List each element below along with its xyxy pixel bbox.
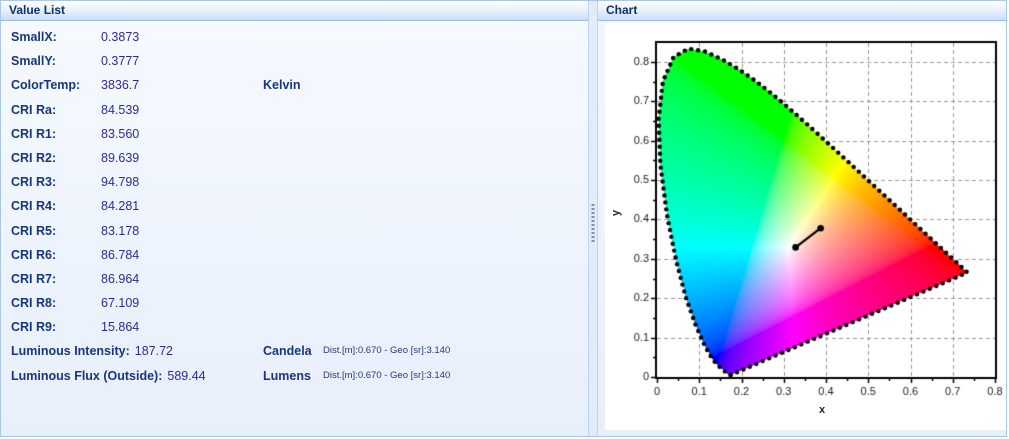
value-note: Dist.[m]:0.670 - Geo [sr]:3.140	[323, 339, 450, 363]
value-number: 84.281	[101, 194, 139, 218]
chart-header: Chart	[598, 1, 1006, 21]
value-unit: Kelvin	[263, 73, 301, 97]
value-number: 0.3777	[101, 49, 139, 73]
cie-chromaticity-canvas	[605, 23, 1007, 430]
value-row: CRI R2: 89.639	[1, 146, 588, 170]
chart-title: Chart	[606, 3, 637, 17]
app-window: Value List SmallX:0.3873SmallY:0.3777Col…	[0, 0, 1007, 437]
value-number: 89.639	[101, 146, 139, 170]
value-row: SmallX: 0.3873	[1, 25, 588, 49]
value-label: SmallX:	[11, 25, 57, 49]
value-label: CRI R6:	[11, 243, 56, 267]
value-label: CRI R7:	[11, 267, 56, 291]
value-number: 3836.7	[101, 73, 139, 97]
x-axis-label: x	[819, 404, 825, 416]
value-label: Luminous Flux (Outside):	[11, 369, 162, 383]
value-list-header: Value List	[1, 1, 588, 21]
value-number: 67.109	[101, 291, 139, 315]
value-rows: SmallX: 0.3873 SmallY: 0.3777 ColorTemp: 3836…	[1, 25, 588, 388]
value-unit: Lumens	[263, 364, 311, 388]
value-number: 83.178	[101, 219, 139, 243]
value-number: 15.864	[101, 315, 139, 339]
value-note: Dist.[m]:0.670 - Geo [sr]:3.140	[323, 364, 450, 388]
value-list-title: Value List	[9, 3, 65, 17]
value-label: CRI R5:	[11, 219, 56, 243]
value-number: 84.539	[101, 98, 139, 122]
value-row: CRI R5: 83.178	[1, 219, 588, 243]
value-label: Luminous Intensity:	[11, 344, 130, 358]
value-row: CRI R8: 67.109	[1, 291, 588, 315]
value-row: CRI R4: 84.281	[1, 194, 588, 218]
value-label: CRI R9:	[11, 315, 56, 339]
value-number: 83.560	[101, 122, 139, 146]
value-label: CRI R8:	[11, 291, 56, 315]
value-row: CRI R7: 86.964	[1, 267, 588, 291]
value-number: 86.784	[101, 243, 139, 267]
value-label: CRI R2:	[11, 146, 56, 170]
value-row: CRI R3: 94.798	[1, 170, 588, 194]
value-number: 589.44	[167, 369, 205, 383]
value-label: CRI Ra:	[11, 98, 56, 122]
value-number: 86.964	[101, 267, 139, 291]
value-row: CRI R6: 86.784	[1, 243, 588, 267]
y-axis-label: y	[610, 210, 622, 216]
value-row: CRI R1: 83.560	[1, 122, 588, 146]
splitter-grip-icon	[592, 204, 595, 242]
value-list-panel: Value List SmallX:0.3873SmallY:0.3777Col…	[1, 1, 588, 437]
value-label: CRI R4:	[11, 194, 56, 218]
value-row: CRI R9: 15.864	[1, 315, 588, 339]
value-number: 187.72	[135, 344, 173, 358]
value-label: CRI R1:	[11, 122, 56, 146]
value-row: ColorTemp: 3836.7 Kelvin	[1, 73, 588, 97]
value-number: 94.798	[101, 170, 139, 194]
value-row: Luminous Intensity: 187.72 Candela Dist.[m]…	[1, 339, 588, 363]
value-number: 0.3873	[101, 25, 139, 49]
value-unit: Candela	[263, 339, 312, 363]
value-row: SmallY: 0.3777	[1, 49, 588, 73]
value-label: ColorTemp:	[11, 73, 80, 97]
value-label: SmallY:	[11, 49, 56, 73]
value-label: CRI R3:	[11, 170, 56, 194]
panel-splitter[interactable]	[588, 1, 598, 437]
value-row: Luminous Flux (Outside): 589.44 Lumens Dist…	[1, 364, 588, 388]
chart-panel: Chart x y	[598, 1, 1006, 437]
value-row: CRI Ra: 84.539	[1, 98, 588, 122]
chart-region: x y	[605, 23, 1007, 430]
